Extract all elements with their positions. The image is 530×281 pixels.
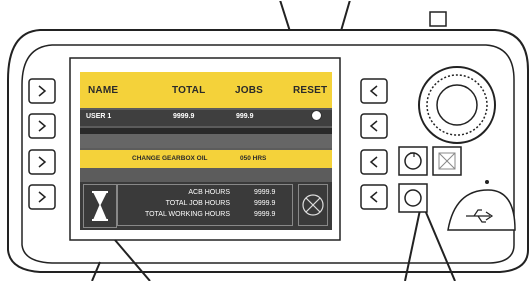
alert-message: CHANGE GEARBOX OIL <box>132 155 208 162</box>
row-user: USER 1 <box>86 113 112 120</box>
right-key-2[interactable] <box>360 113 388 139</box>
col-reset-header: RESET <box>293 85 328 96</box>
right-key-3[interactable] <box>360 149 388 175</box>
display-screen: NAME TOTAL JOBS RESET USER 1 9999.9 999.… <box>80 72 332 230</box>
hours-label-1: ACB HOURS <box>188 189 230 196</box>
hours-label-2: TOTAL JOB HOURS <box>165 200 230 207</box>
hours-label-3: TOTAL WORKING HOURS <box>144 211 230 218</box>
table-header: NAME TOTAL JOBS RESET <box>80 72 332 108</box>
table-row[interactable]: USER 1 9999.9 999.9 <box>80 110 332 126</box>
hours-value-2: 9999.9 <box>254 200 276 207</box>
hours-value-3: 9999.9 <box>254 211 276 218</box>
left-key-2[interactable] <box>28 113 56 139</box>
reset-key[interactable] <box>398 183 428 213</box>
hours-value-1: 9999.9 <box>254 189 276 196</box>
hourglass-icon <box>83 184 117 228</box>
right-key-1[interactable] <box>360 78 388 104</box>
reset-cursor-icon[interactable] <box>311 110 322 121</box>
left-key-4[interactable] <box>28 184 56 210</box>
hours-summary: ACB HOURS 9999.9 TOTAL JOB HOURS 9999.9 … <box>117 184 293 226</box>
maintenance-alert: CHANGE GEARBOX OIL 050 HRS <box>80 150 332 168</box>
col-name-header: NAME <box>88 85 119 96</box>
cycle-key[interactable] <box>398 146 428 176</box>
no-operation-icon <box>298 184 328 226</box>
left-key-1[interactable] <box>28 78 56 104</box>
row-jobs: 999.9 <box>236 113 254 120</box>
left-key-3[interactable] <box>28 149 56 175</box>
alert-hours: 050 HRS <box>240 155 267 162</box>
right-key-4[interactable] <box>360 184 388 210</box>
empty-row <box>80 134 332 148</box>
row-total: 9999.9 <box>173 113 195 120</box>
empty-row-2 <box>80 170 332 182</box>
col-jobs-header: JOBS <box>235 85 264 96</box>
col-total-header: TOTAL <box>172 85 206 96</box>
disabled-key[interactable] <box>432 146 462 176</box>
